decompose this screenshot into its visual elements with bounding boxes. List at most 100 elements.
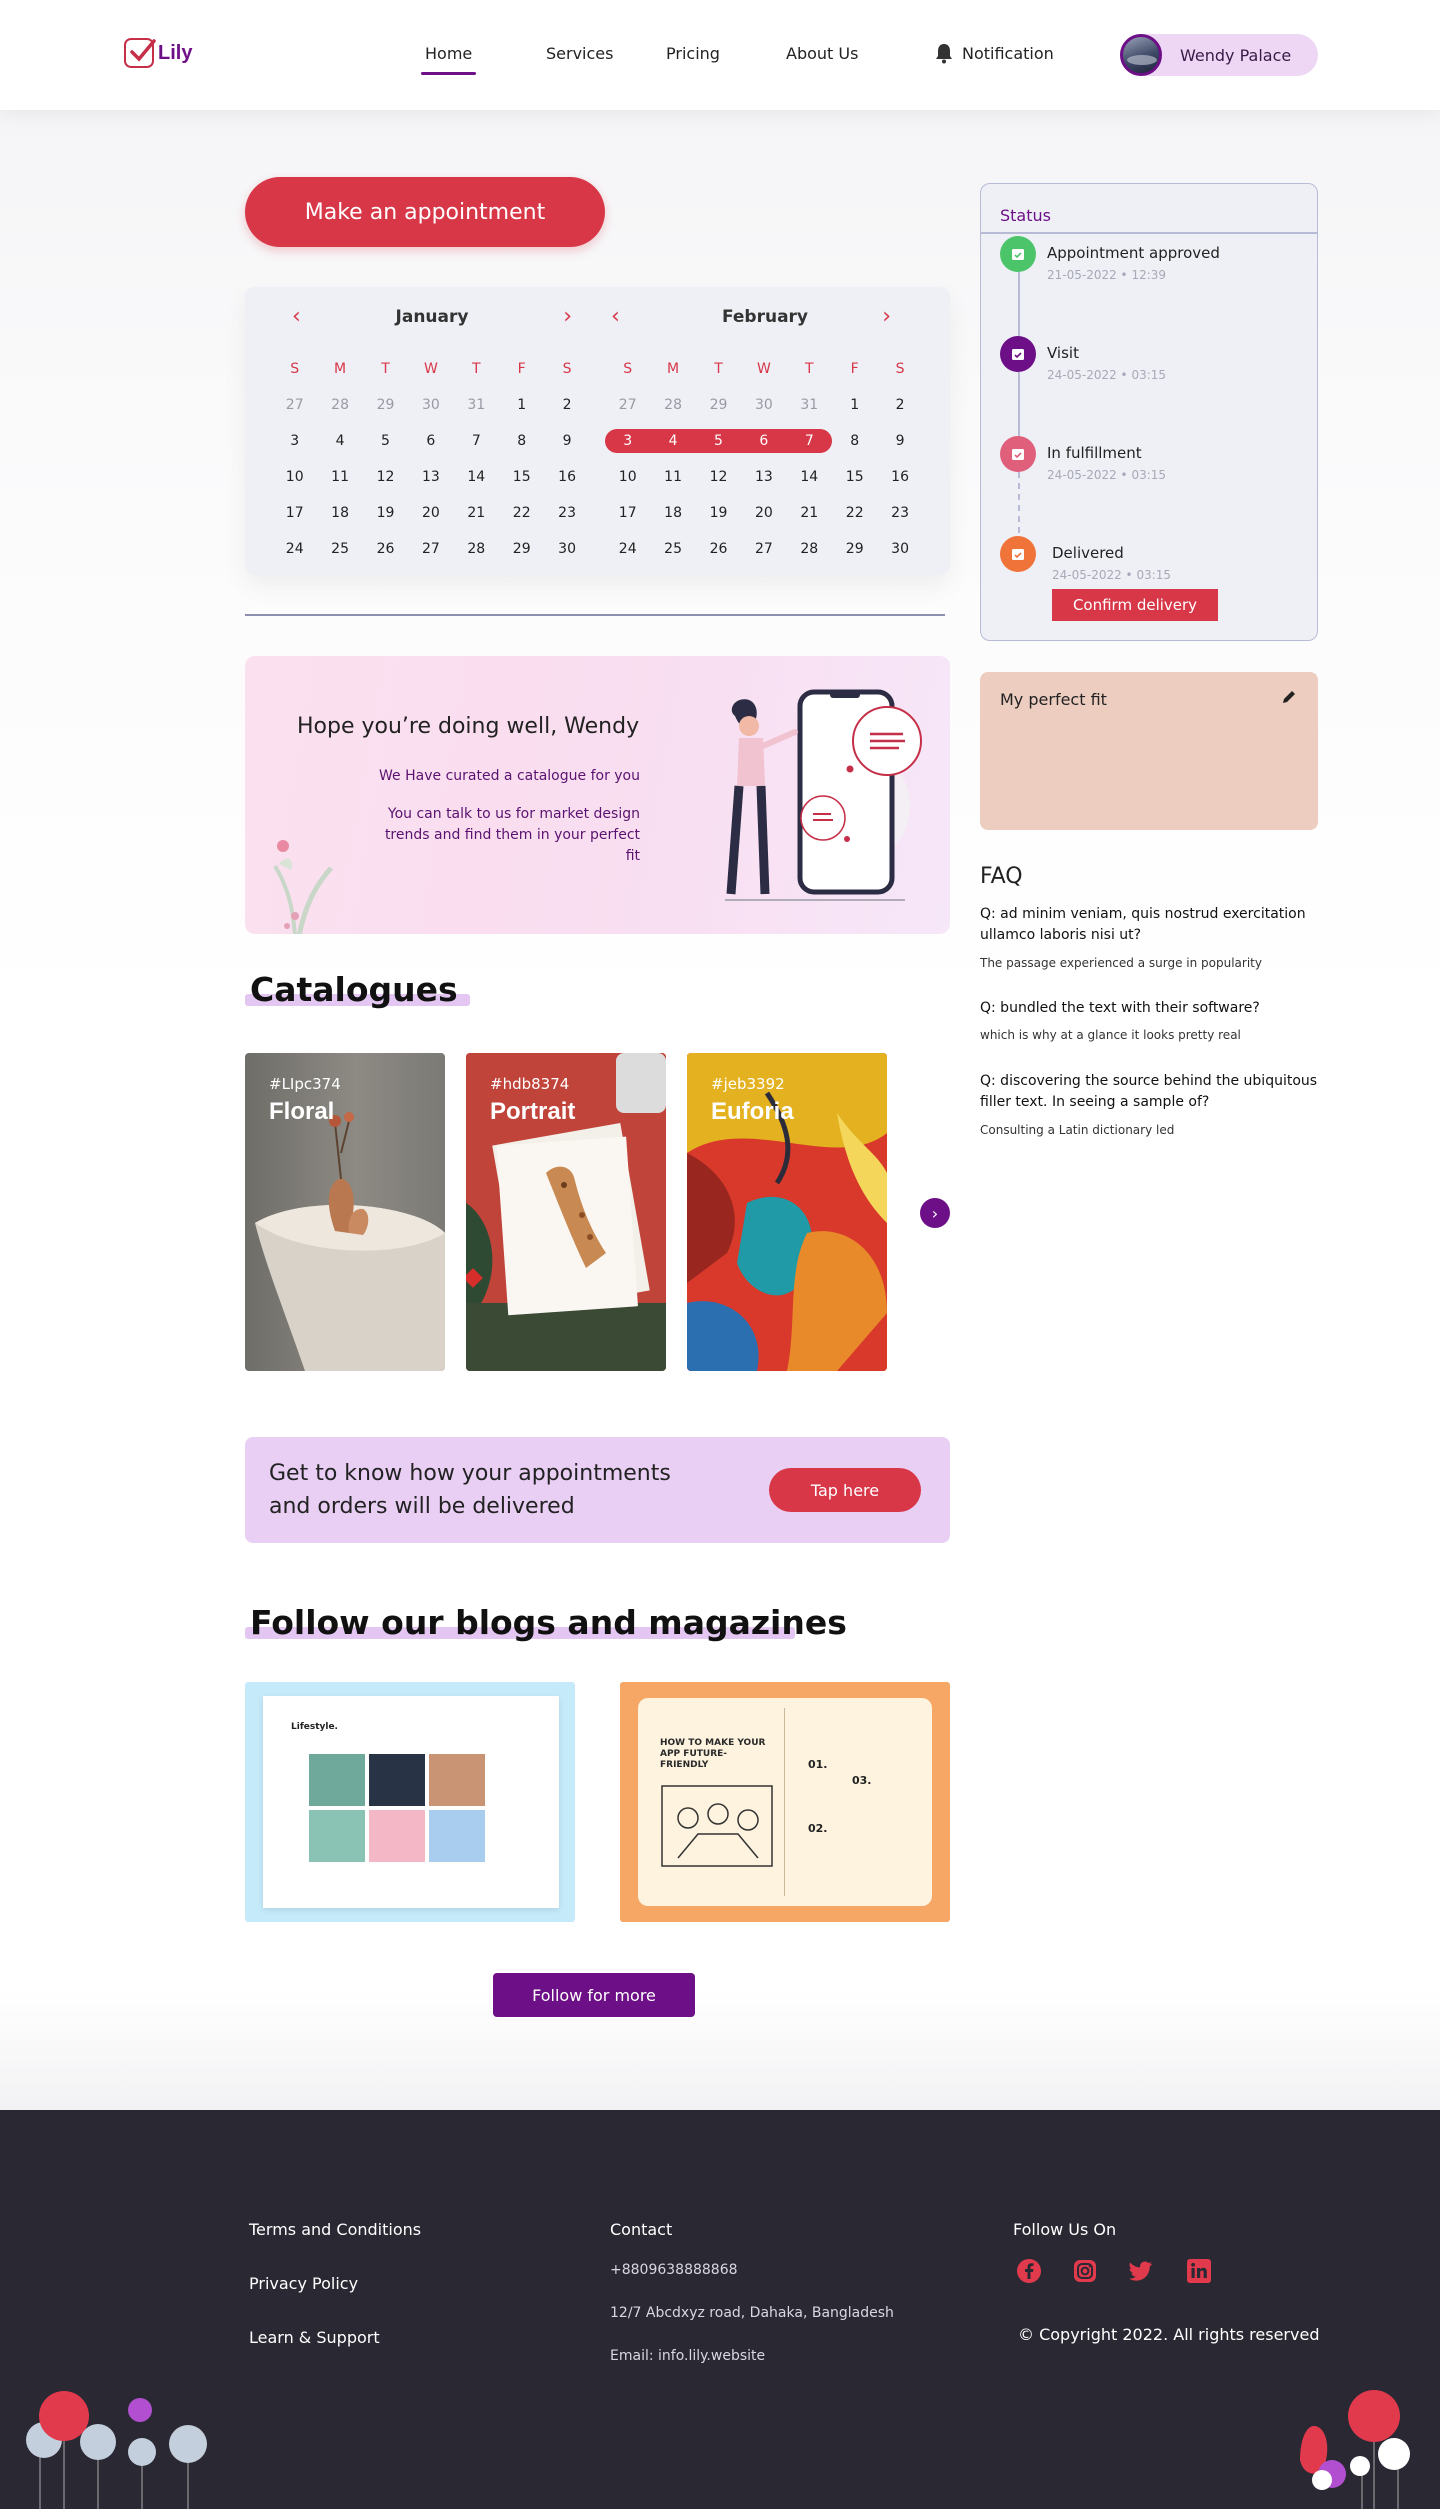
calendar-day[interactable]: 7 [787,429,832,453]
calendar-day[interactable]: 31 [454,393,499,417]
footer-phone[interactable]: +8809638888868 [610,2262,738,2278]
confirm-delivery-button[interactable]: Confirm delivery [1052,589,1218,621]
nav-about-us[interactable]: About Us [786,44,858,63]
calendar-day[interactable]: 27 [605,393,650,417]
carousel-next-button[interactable]: › [920,1198,950,1228]
tap-here-button[interactable]: Tap here [769,1468,921,1512]
calendar-day[interactable]: 21 [787,501,832,525]
calendar-day[interactable]: 21 [454,501,499,525]
calendar-day[interactable]: 15 [499,465,544,489]
calendar-day[interactable]: 20 [408,501,453,525]
brand-logo[interactable]: Lily [124,38,192,68]
calendar-day[interactable]: 28 [454,537,499,561]
calendar-day[interactable]: 1 [499,393,544,417]
calendar-day[interactable]: 1 [832,393,877,417]
calendar-day[interactable]: 13 [741,465,786,489]
calendar-day[interactable]: 8 [499,429,544,453]
nav-home[interactable]: Home [420,44,477,75]
calendar-day[interactable]: 31 [787,393,832,417]
calendar-day[interactable]: 6 [408,429,453,453]
calendar-day[interactable]: 10 [605,465,650,489]
footer-link-privacy[interactable]: Privacy Policy [249,2274,358,2293]
pencil-icon[interactable] [1280,688,1298,706]
calendar-day[interactable]: 4 [650,429,695,453]
faq-question[interactable]: Q: ad minim veniam, quis nostrud exercit… [980,904,1320,946]
calendar-day[interactable]: 27 [272,393,317,417]
calendar-day[interactable]: 9 [877,429,922,453]
calendar-day[interactable]: 20 [741,501,786,525]
calendar-day[interactable]: 5 [696,429,741,453]
nav-pricing[interactable]: Pricing [666,44,720,63]
calendar-day[interactable]: 11 [650,465,695,489]
footer-email[interactable]: Email: info.lily.website [610,2348,765,2364]
footer-link-terms[interactable]: Terms and Conditions [249,2220,421,2239]
faq-question[interactable]: Q: bundled the text with their software? [980,998,1320,1019]
instagram-icon[interactable] [1072,2258,1098,2284]
calendar-day[interactable]: 3 [605,429,650,453]
catalogue-card-floral[interactable]: #LIpc374 Floral [245,1053,445,1371]
calendar-day[interactable]: 30 [741,393,786,417]
calendar-day[interactable]: 5 [363,429,408,453]
calendar-day[interactable]: 3 [272,429,317,453]
footer-link-support[interactable]: Learn & Support [249,2328,380,2347]
calendar-day[interactable]: 19 [363,501,408,525]
calendar-day[interactable]: 28 [317,393,362,417]
calendar-day[interactable]: 18 [317,501,362,525]
make-appointment-button[interactable]: Make an appointment [245,177,605,247]
nav-services[interactable]: Services [546,44,613,63]
calendar-day[interactable]: 26 [363,537,408,561]
faq-question[interactable]: Q: discovering the source behind the ubi… [980,1071,1320,1113]
calendar-day[interactable]: 30 [877,537,922,561]
calendar-day[interactable]: 25 [650,537,695,561]
calendar-day[interactable]: 29 [696,393,741,417]
calendar-day[interactable]: 29 [832,537,877,561]
calendar-day[interactable]: 2 [544,393,589,417]
perfect-fit-card[interactable]: My perfect fit [980,672,1318,830]
calendar-day[interactable]: 27 [741,537,786,561]
calendar-day[interactable]: 30 [408,393,453,417]
facebook-icon[interactable] [1016,2258,1042,2284]
user-profile-button[interactable]: Wendy Palace [1120,34,1318,76]
calendar-day[interactable]: 23 [877,501,922,525]
calendar-day[interactable]: 12 [363,465,408,489]
calendar-day[interactable]: 17 [272,501,317,525]
calendar-day[interactable]: 14 [454,465,499,489]
blog-card-magazine[interactable]: HOW TO MAKE YOUR APP FUTURE-FRIENDLY 01.… [620,1682,950,1922]
calendar-day[interactable]: 2 [877,393,922,417]
calendar-day[interactable]: 17 [605,501,650,525]
calendar-day[interactable]: 24 [605,537,650,561]
calendar-day[interactable]: 11 [317,465,362,489]
calendar-day[interactable]: 29 [363,393,408,417]
notification-button[interactable]: Notification [934,42,1054,64]
calendar-day[interactable]: 12 [696,465,741,489]
calendar-day[interactable]: 30 [544,537,589,561]
calendar-day[interactable]: 26 [696,537,741,561]
calendar-day[interactable]: 14 [787,465,832,489]
chevron-right-icon[interactable]: › [882,305,891,329]
calendar-day[interactable]: 16 [544,465,589,489]
catalogue-card-portrait[interactable]: #hdb8374 Portrait [466,1053,666,1371]
blog-card-lifestyle[interactable]: Lifestyle. [245,1682,575,1922]
calendar-day[interactable]: 22 [832,501,877,525]
calendar-day[interactable]: 6 [741,429,786,453]
calendar-day[interactable]: 25 [317,537,362,561]
calendar-day[interactable]: 24 [272,537,317,561]
calendar-day[interactable]: 4 [317,429,362,453]
linkedin-icon[interactable] [1186,2258,1212,2284]
calendar-day[interactable]: 23 [544,501,589,525]
calendar-day[interactable]: 28 [787,537,832,561]
calendar-day[interactable]: 27 [408,537,453,561]
calendar-day[interactable]: 19 [696,501,741,525]
calendar-day[interactable]: 7 [454,429,499,453]
calendar-day[interactable]: 16 [877,465,922,489]
calendar-day[interactable]: 9 [544,429,589,453]
calendar-day[interactable]: 18 [650,501,695,525]
calendar-day[interactable]: 10 [272,465,317,489]
twitter-icon[interactable] [1128,2258,1154,2284]
calendar-day[interactable]: 22 [499,501,544,525]
calendar-day[interactable]: 28 [650,393,695,417]
calendar-day[interactable]: 29 [499,537,544,561]
chevron-right-icon[interactable]: › [563,305,572,329]
follow-for-more-button[interactable]: Follow for more [493,1973,695,2017]
catalogue-card-euforia[interactable]: #jeb3392 Euforia [687,1053,887,1371]
